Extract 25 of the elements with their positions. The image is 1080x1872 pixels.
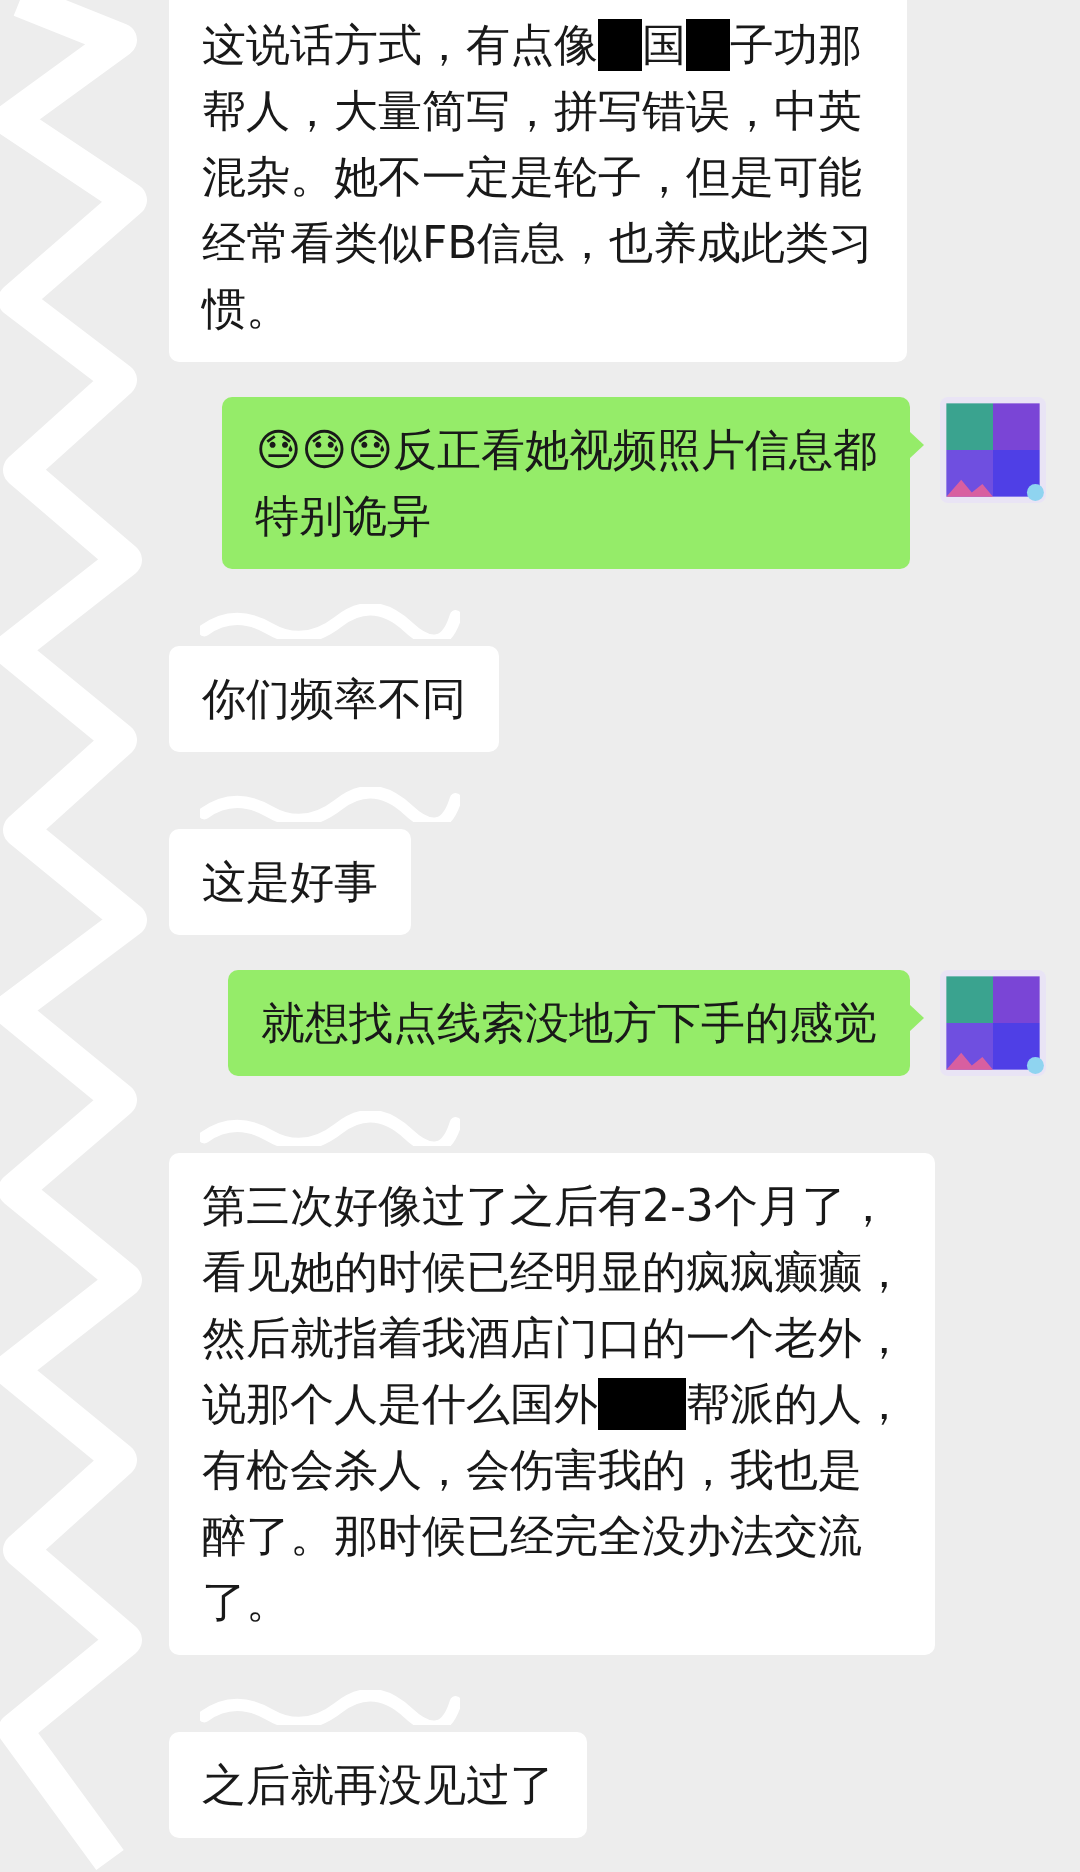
redaction-block [686, 18, 730, 72]
message-text: 经常看类似FB信息，也养成此类习 [202, 216, 874, 270]
message-text: 国 [642, 18, 686, 72]
message-text: 混杂。她不一定是轮子，但是可能 [202, 150, 862, 204]
message-text: 了。 [202, 1575, 290, 1629]
message-text: 有枪会杀人，会伤害我的，我也是 [202, 1443, 862, 1497]
message-text: 特别诡异 [255, 489, 432, 543]
message-text: 帮派的人， [686, 1377, 906, 1431]
message-text: 惯。 [202, 282, 290, 336]
message-text: 子功那 [730, 18, 862, 72]
message-text: 然后就指着我酒店门口的一个老外， [202, 1311, 906, 1365]
message-text: 这是好事 [202, 855, 378, 909]
message-text: 说那个人是什么国外 [202, 1377, 598, 1431]
message-text: 😓😓😓反正看她视频照片信息都 [255, 423, 877, 477]
message-text: 之后就再没见过了 [202, 1758, 554, 1812]
message-text: 醉了。那时候已经完全没办法交流 [202, 1509, 862, 1563]
message-text: 你们频率不同 [202, 672, 466, 726]
message-text: 就想找点线索没地方下手的感觉 [261, 996, 877, 1050]
redaction-block [598, 1377, 642, 1431]
redaction-block [642, 1377, 686, 1431]
message-text: 这说话方式，有点像 [202, 18, 598, 72]
message-text: 看见她的时候已经明显的疯疯癫癫， [202, 1245, 906, 1299]
message-text: 第三次好像过了之后有2-3个月了， [202, 1179, 890, 1233]
redaction-block [598, 18, 642, 72]
message-text: 帮人，大量简写，拼写错误，中英 [202, 84, 862, 138]
